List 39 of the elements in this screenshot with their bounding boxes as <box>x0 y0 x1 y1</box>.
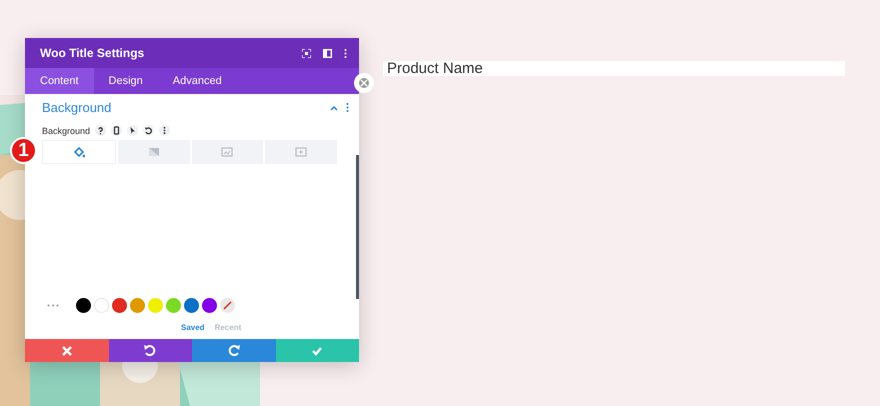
undo-icon <box>144 344 156 356</box>
color-swatch[interactable] <box>94 298 109 313</box>
scrollbar[interactable] <box>356 155 359 299</box>
gradient-icon <box>148 146 160 158</box>
phone-icon[interactable] <box>111 125 122 136</box>
color-swatch[interactable] <box>184 298 199 313</box>
color-swatch[interactable] <box>112 298 127 313</box>
video-icon <box>295 146 308 158</box>
collapse-icon[interactable] <box>330 104 338 110</box>
image-icon <box>221 146 234 158</box>
color-swatch[interactable] <box>148 298 163 313</box>
no-color-swatch[interactable] <box>220 298 235 313</box>
undo-button[interactable] <box>108 339 192 362</box>
fullscreen-icon[interactable] <box>302 48 311 58</box>
settings-tab[interactable]: Design <box>94 68 158 94</box>
settings-tab[interactable]: Advanced <box>158 68 237 94</box>
split-view-icon[interactable] <box>323 48 332 58</box>
color-icon <box>72 146 85 158</box>
cancel-button[interactable] <box>25 339 108 362</box>
reset-icon[interactable] <box>143 125 154 136</box>
modal-title: Woo Title Settings <box>40 46 146 60</box>
cursor-icon[interactable] <box>127 125 138 136</box>
settings-tab[interactable]: Content <box>25 68 94 94</box>
product-title: Product Name <box>383 61 845 76</box>
color-swatch[interactable] <box>202 298 217 313</box>
close-icon <box>60 344 73 356</box>
redo-icon <box>228 344 240 356</box>
check-icon <box>311 344 324 356</box>
more-icon[interactable] <box>159 125 170 136</box>
more-icon[interactable] <box>344 48 347 58</box>
drag-handle-icon[interactable] <box>354 73 374 93</box>
palette-tab[interactable]: Saved <box>181 323 205 332</box>
redo-button[interactable] <box>192 339 276 362</box>
color-swatch[interactable] <box>130 298 145 313</box>
help-icon[interactable] <box>95 125 106 136</box>
color-swatch[interactable] <box>76 298 91 313</box>
section-title[interactable]: Background <box>42 100 330 115</box>
color-swatch[interactable] <box>166 298 181 313</box>
field-label: Background <box>42 126 90 136</box>
